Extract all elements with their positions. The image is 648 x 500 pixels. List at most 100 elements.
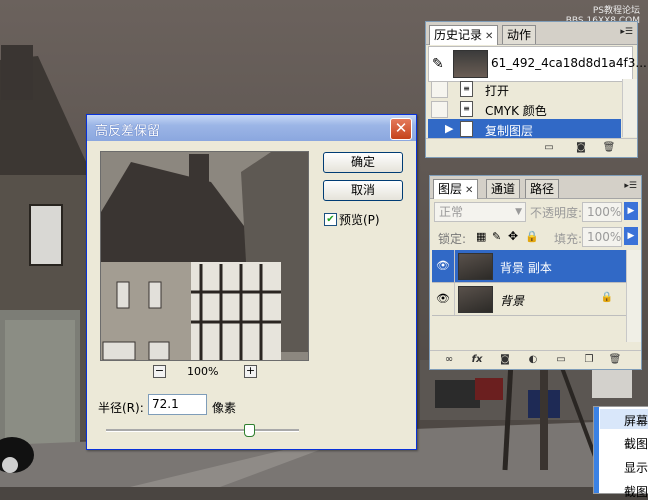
tab-channels-label: 通道 [491, 182, 516, 196]
layer-background[interactable]: 👁 背景 🔒 [432, 283, 627, 316]
radius-slider-thumb[interactable] [243, 424, 255, 437]
radius-unit: 像素 [212, 401, 237, 415]
history-item-open[interactable]: ≡ 打开 [428, 79, 621, 99]
trash-icon[interactable]: 🗑 [602, 141, 616, 154]
menu-item-2[interactable]: 截图 [624, 435, 648, 452]
history-item-label: 复制图层 [485, 124, 534, 138]
lock-image-icon[interactable]: ✎ [492, 230, 501, 243]
lock-all-icon[interactable]: 🔒 [525, 230, 539, 243]
layer-background-copy[interactable]: 👁 背景 副本 [432, 250, 627, 283]
tab-actions[interactable]: 动作 [502, 25, 537, 44]
fill-input[interactable]: 100% [582, 227, 622, 247]
fill-label: 填充: [554, 232, 583, 246]
blend-row: 正常 ▼ 不透明度: 100% ▶ [434, 202, 638, 222]
fx-icon[interactable]: fx [470, 353, 484, 366]
blend-mode-value: 正常 [439, 205, 464, 219]
fill-value: 100% [587, 230, 622, 244]
history-tabbar: 历史记录 ✕ 动作 ▸☰ [426, 22, 637, 45]
lock-transparent-icon[interactable]: ▦ [476, 230, 486, 243]
close-tab-icon[interactable]: ✕ [465, 185, 473, 196]
mask-icon[interactable]: ◙ [498, 353, 512, 366]
menu-item-3[interactable]: 显示 [624, 459, 648, 476]
blend-mode-select[interactable]: 正常 ▼ [434, 202, 526, 222]
close-tab-icon[interactable]: ✕ [485, 31, 493, 42]
opacity-value: 100% [587, 205, 622, 219]
close-icon[interactable]: ✕ [390, 118, 412, 140]
tab-actions-label: 动作 [507, 28, 532, 42]
history-source-checkbox[interactable] [431, 101, 448, 118]
dialog-title: 高反差保留 [95, 124, 161, 139]
opacity-slider-button[interactable]: ▶ [624, 202, 638, 220]
snapshot-thumbnail [453, 50, 488, 78]
layer-lock-icon: 🔒 [600, 292, 613, 303]
high-pass-dialog: 高反差保留 ✕ − 100% + 确定 取消 ✔ 预览(P) 半径(R): 72… [86, 114, 417, 450]
history-panel: 历史记录 ✕ 动作 ▸☰ ✎ 61_492_4ca18d8d1a4f3... ≡ … [425, 21, 647, 158]
adjustment-layer-icon[interactable]: ◐ [526, 353, 540, 366]
fill-slider-button[interactable]: ▶ [624, 227, 638, 245]
history-item-cmyk[interactable]: ≡ CMYK 颜色 [428, 99, 621, 119]
history-scrollbar[interactable] [622, 79, 637, 137]
preview-checkbox[interactable]: ✔ [324, 213, 337, 226]
layers-scrollbar[interactable] [626, 250, 641, 342]
cancel-button[interactable]: 取消 [323, 180, 403, 201]
history-snapshot[interactable]: ✎ 61_492_4ca18d8d1a4f3... [428, 46, 647, 82]
preview-label: 预览(P) [339, 213, 380, 227]
tab-paths[interactable]: 路径 [525, 179, 560, 198]
menu-stripe [594, 407, 599, 493]
panel-menu-icon[interactable]: ▸☰ [624, 181, 637, 191]
layer-divider [454, 250, 455, 282]
new-document-from-state-icon[interactable]: ▭ [542, 141, 556, 154]
link-icon[interactable]: ∞ [442, 353, 456, 366]
lock-label: 锁定: [438, 232, 467, 246]
radius-input[interactable]: 72.1 [148, 394, 207, 415]
ok-button[interactable]: 确定 [323, 152, 403, 173]
layer-name: 背景 副本 [500, 261, 552, 275]
tab-history-label: 历史记录 [434, 28, 483, 42]
zoom-in-button[interactable]: + [244, 365, 257, 378]
tab-channels[interactable]: 通道 [486, 179, 521, 198]
menu-item-4[interactable]: 截图 [624, 483, 648, 500]
history-item-label: 打开 [485, 84, 510, 98]
eye-icon[interactable]: 👁 [435, 258, 451, 274]
filter-preview[interactable] [100, 151, 309, 361]
layer-thumbnail [458, 253, 493, 280]
history-item-label: CMYK 颜色 [485, 104, 547, 118]
history-brush-icon[interactable]: ✎ [432, 56, 444, 72]
document-icon: ≡ [460, 81, 473, 97]
new-layer-icon[interactable]: ❐ [582, 353, 596, 366]
layer-name: 背景 [500, 294, 525, 308]
snapshot-name: 61_492_4ca18d8d1a4f3... [491, 56, 647, 70]
panel-menu-icon[interactable]: ▸☰ [620, 27, 633, 37]
history-source-checkbox[interactable] [431, 81, 448, 98]
tab-layers-label: 图层 [438, 182, 463, 196]
tab-history[interactable]: 历史记录 ✕ [429, 25, 499, 45]
radius-label: 半径(R): [98, 401, 144, 415]
lock-row: 锁定: ▦ ✎ ✥ 🔒 填充: 100% ▶ [434, 227, 638, 247]
watermark-line-1: PS教程论坛 [592, 6, 640, 16]
zoom-level: 100% [187, 365, 219, 378]
opacity-input[interactable]: 100% [582, 202, 622, 222]
menu-item-1[interactable]: 屏幕 [624, 412, 648, 429]
eye-icon[interactable]: 👁 [435, 291, 451, 307]
radius-value: 72.1 [152, 397, 179, 411]
opacity-label: 不透明度: [530, 206, 583, 220]
tab-paths-label: 路径 [530, 182, 555, 196]
layer-divider [454, 283, 455, 315]
context-menu: 屏幕 截图 显示 截图 [593, 406, 648, 499]
chevron-down-icon: ▼ [515, 207, 522, 217]
trash-icon[interactable]: 🗑 [608, 353, 622, 366]
layers-footer: ∞ fx ◙ ◐ ▭ ❐ 🗑 [430, 350, 641, 369]
history-item-duplicate-layer[interactable]: ▶ ≡ 复制图层 [428, 119, 621, 139]
lock-position-icon[interactable]: ✥ [508, 229, 518, 243]
preview-image [101, 152, 308, 360]
snapshot-icon[interactable]: ◙ [574, 141, 588, 154]
tab-layers[interactable]: 图层 ✕ [433, 179, 479, 199]
layers-panel: 图层 ✕ 通道 路径 ▸☰ 正常 ▼ 不透明度: 100% ▶ 锁定: ▦ ✎ ✥… [429, 175, 642, 370]
dialog-titlebar[interactable]: 高反差保留 ✕ [87, 115, 416, 141]
history-footer: ▭ ◙ 🗑 [426, 138, 637, 157]
group-folder-icon[interactable]: ▭ [554, 353, 568, 366]
layers-tabbar: 图层 ✕ 通道 路径 ▸☰ [430, 176, 641, 199]
zoom-out-button[interactable]: − [153, 365, 166, 378]
document-icon: ≡ [460, 121, 473, 137]
radius-slider-track[interactable] [106, 429, 299, 432]
